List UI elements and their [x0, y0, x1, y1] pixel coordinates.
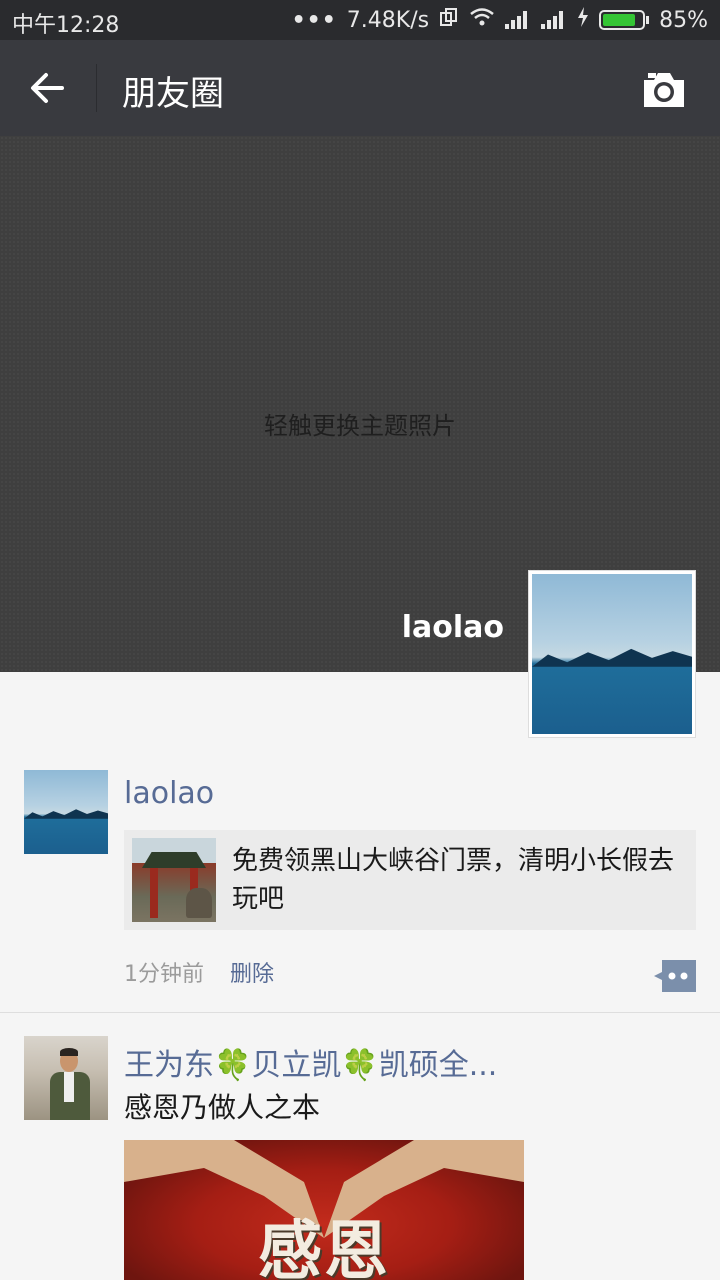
profile-avatar[interactable] [528, 570, 696, 738]
moments-feed: laolao 免费领黑山大峡谷门票，清明小长假去玩吧 1分钟前 删除 王为东🍀贝… [0, 672, 720, 1280]
header-divider [96, 64, 97, 112]
network-speed: 7.48K/s [346, 7, 430, 33]
gate-thumbnail-image [132, 838, 216, 922]
post-avatar[interactable] [24, 1036, 108, 1120]
comment-icon[interactable] [654, 960, 696, 992]
camera-icon[interactable] [640, 70, 688, 110]
post-text: 感恩乃做人之本 [124, 1091, 321, 1124]
status-bar: 中午12:28 ••• 7.48K/s 85% [0, 0, 720, 40]
battery-icon [599, 10, 650, 30]
delete-link[interactable]: 删除 [230, 956, 274, 988]
profile-username: laolao [401, 610, 504, 645]
more-dots-icon: ••• [291, 7, 337, 33]
status-time: 中午12:28 [12, 13, 120, 38]
wifi-icon [469, 7, 495, 33]
post-image[interactable]: 感恩 [124, 1140, 524, 1280]
battery-fill [603, 14, 636, 26]
title-bar: 朋友圈 [0, 40, 720, 136]
back-arrow-icon[interactable] [26, 66, 70, 110]
post-timestamp: 1分钟前 [124, 962, 204, 987]
post-author[interactable]: laolao [124, 776, 214, 811]
page-title: 朋友圈 [122, 74, 224, 114]
post-avatar[interactable] [24, 770, 108, 854]
signal-icon-2 [541, 11, 567, 29]
post-separator [0, 1012, 720, 1013]
battery-percent: 85% [659, 7, 708, 33]
charging-icon [577, 7, 589, 33]
status-indicators: ••• 7.48K/s 85% [292, 7, 708, 33]
post-image-text: 感恩 [258, 1215, 390, 1280]
lake-avatar-image [532, 574, 692, 734]
post-author[interactable]: 王为东🍀贝立凯🍀凯硕全... [124, 1040, 497, 1084]
cover-change-hint: 轻触更换主题照片 [264, 412, 456, 440]
shared-link-title: 免费领黑山大峡谷门票，清明小长假去玩吧 [232, 846, 675, 914]
lake-avatar-image [24, 770, 108, 854]
sync-icon [439, 7, 459, 33]
signal-icon-1 [505, 11, 531, 29]
shared-link-card[interactable]: 免费领黑山大峡谷门票，清明小长假去玩吧 [124, 830, 696, 930]
